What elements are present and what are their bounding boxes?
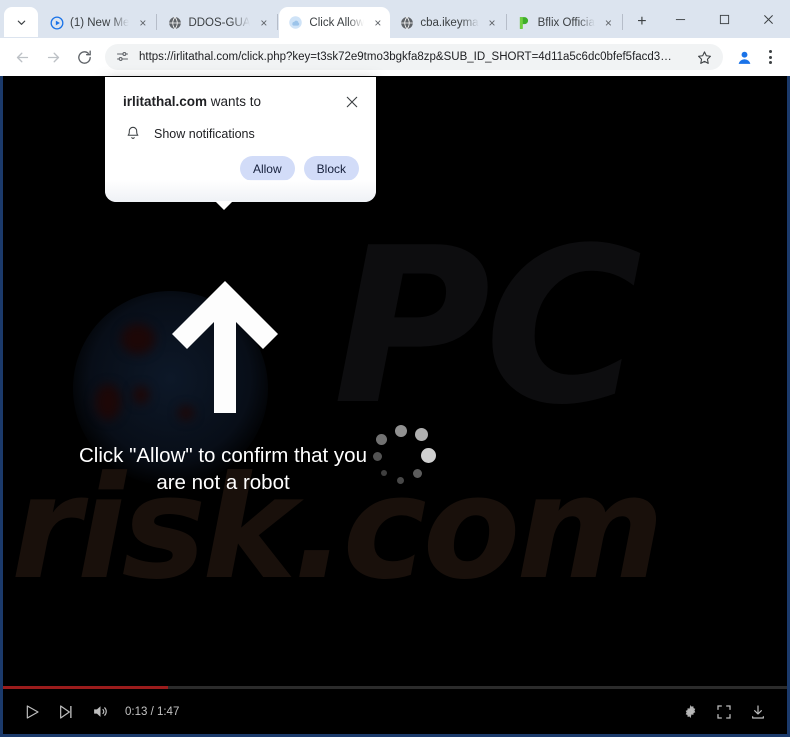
back-button[interactable] (8, 43, 36, 71)
maximize-button[interactable] (702, 3, 746, 35)
fullscreen-icon[interactable] (707, 695, 741, 729)
loading-spinner-icon (373, 424, 436, 486)
volume-on-icon[interactable] (83, 695, 117, 729)
gear-icon[interactable] (673, 695, 707, 729)
tab-title: Click Allow (309, 16, 365, 29)
menu-dot (768, 50, 772, 53)
headline-line-1: Click "Allow" to confirm that you (79, 444, 367, 467)
permission-request-text: Show notifications (154, 126, 255, 141)
allow-button[interactable]: Allow (239, 156, 295, 181)
spinner-dot (373, 452, 382, 461)
three-dot-menu-icon[interactable] (758, 44, 782, 70)
tab-divider (505, 14, 507, 30)
star-icon[interactable] (693, 46, 715, 68)
headline-line-2: are not a robot (156, 471, 290, 494)
tab-title: cba.ikeyma (420, 16, 479, 29)
permission-request-row: Show notifications (105, 112, 376, 142)
menu-dot (768, 61, 772, 64)
toolbar-right-actions (729, 44, 782, 70)
notification-permission-bubble: irlitathal.com wants to Show notificatio… (105, 77, 376, 210)
menu-dot (768, 55, 772, 59)
play-circle-icon (49, 15, 64, 30)
account-avatar-icon[interactable] (731, 44, 757, 70)
play-icon[interactable] (15, 695, 49, 729)
forward-button[interactable] (39, 43, 67, 71)
bubble-origin: irlitathal.com (123, 94, 208, 109)
tab-bflix-official[interactable]: Bflix Officia × (508, 7, 621, 38)
page-headline: Click "Allow" to confirm that you are no… (63, 442, 383, 496)
bubble-title: irlitathal.com wants to (123, 93, 342, 111)
tab-click-allow[interactable]: Click Allow × (279, 7, 391, 38)
bubble-actions: Allow Block (105, 142, 376, 181)
tab-divider (277, 14, 279, 30)
close-icon[interactable] (342, 92, 362, 112)
tab-cba-ikeyma[interactable]: cba.ikeyma × (390, 7, 504, 38)
browser-toolbar: https://irlitathal.com/click.php?key=t3s… (0, 38, 790, 76)
block-button[interactable]: Block (303, 156, 359, 181)
background-blob (121, 324, 155, 354)
bubble-bottom-shade (105, 180, 376, 202)
close-window-button[interactable] (746, 3, 790, 35)
tab-close-icon[interactable]: × (600, 14, 617, 31)
tab-close-icon[interactable]: × (484, 14, 501, 31)
tab-close-icon[interactable]: × (255, 14, 272, 31)
bubble-pointer-tail (215, 201, 233, 210)
background-blob (133, 386, 149, 404)
bubble-title-suffix: wants to (207, 94, 262, 109)
video-controls-bar: 0:13 / 1:47 (3, 689, 787, 734)
tab-new-me[interactable]: (1) New Me × (40, 7, 155, 38)
tab-close-icon[interactable]: × (134, 14, 151, 31)
globe-icon (399, 15, 414, 30)
spinner-dot (421, 448, 436, 463)
tab-divider (156, 14, 158, 30)
tab-title: (1) New Me (70, 16, 130, 29)
next-track-icon[interactable] (49, 695, 83, 729)
spinner-dot (376, 434, 387, 445)
bflix-green-icon (517, 15, 532, 30)
minimize-button[interactable] (658, 3, 702, 35)
background-blob (95, 384, 121, 420)
bell-icon (125, 125, 142, 142)
spinner-dot (415, 428, 428, 441)
watermark-pc: PC (333, 201, 642, 452)
spinner-dot (397, 477, 404, 484)
tab-title: Bflix Officia (537, 16, 595, 29)
download-icon[interactable] (741, 695, 775, 729)
tab-search-chevron-down-icon[interactable] (4, 7, 38, 37)
spinner-dot (381, 470, 387, 476)
spinner-dot (413, 469, 422, 478)
tune-settings-icon[interactable] (115, 49, 131, 65)
bubble-header: irlitathal.com wants to (105, 77, 376, 112)
tab-strip: (1) New Me × DDOS-GUA × Click Allow × cb… (0, 0, 790, 38)
new-tab-button[interactable]: + (629, 9, 655, 35)
window-controls (658, 0, 790, 38)
address-bar[interactable]: https://irlitathal.com/click.php?key=t3s… (105, 44, 723, 70)
cloud-blue-icon (288, 15, 303, 30)
up-arrow-icon (166, 279, 284, 415)
reload-button[interactable] (70, 43, 98, 71)
tab-divider (621, 14, 623, 30)
tab-close-icon[interactable]: × (369, 14, 386, 31)
tab-ddos-guard[interactable]: DDOS-GUA × (158, 7, 276, 38)
video-time-display: 0:13 / 1:47 (125, 705, 180, 718)
globe-icon (167, 15, 182, 30)
spinner-dot (395, 425, 407, 437)
tab-title: DDOS-GUA (188, 16, 251, 29)
url-text[interactable]: https://irlitathal.com/click.php?key=t3s… (139, 51, 689, 63)
browser-window: (1) New Me × DDOS-GUA × Click Allow × cb… (0, 0, 790, 737)
